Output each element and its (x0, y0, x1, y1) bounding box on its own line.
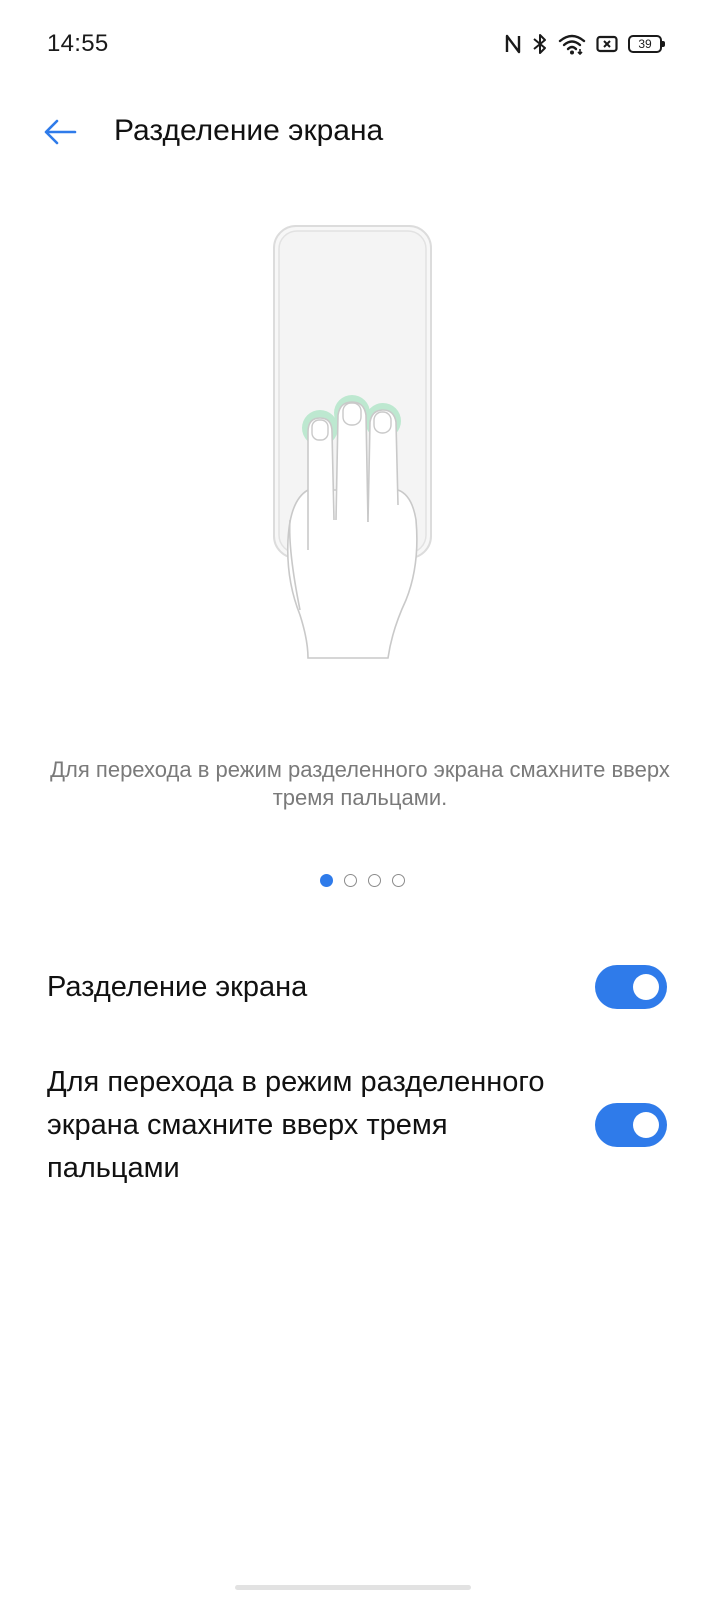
setting-row-three-finger-swipe[interactable]: Для перехода в режим разделенного экрана… (47, 1060, 667, 1190)
setting-row-split-screen[interactable]: Разделение экрана (47, 962, 667, 1012)
toggle-knob (633, 974, 659, 1000)
page-dot-2[interactable] (344, 874, 357, 887)
status-bar: 14:55 39 (0, 0, 720, 90)
setting-label-three-finger-swipe: Для перехода в режим разделенного экрана… (47, 1065, 545, 1184)
gesture-description: Для перехода в режим разделенного экрана… (50, 757, 670, 810)
arrow-left-icon (44, 119, 77, 145)
setting-label-split-screen: Разделение экрана (47, 970, 308, 1003)
bluetooth-icon (532, 33, 548, 55)
page-dot-1[interactable] (320, 874, 333, 887)
toggle-knob (633, 1112, 659, 1138)
page-title: Разделение экрана (114, 114, 384, 147)
status-icons: 39 (504, 30, 665, 58)
battery-icon: 39 (628, 35, 665, 53)
split-screen-toggle[interactable] (595, 965, 667, 1009)
three-finger-swipe-toggle[interactable] (595, 1103, 667, 1147)
back-button[interactable] (36, 110, 84, 154)
home-indicator[interactable] (235, 1585, 471, 1590)
status-time: 14:55 (47, 30, 109, 57)
wifi-icon (558, 33, 586, 55)
battery-level: 39 (638, 37, 652, 51)
app-bar: Разделение экрана (0, 100, 720, 164)
three-finger-swipe-illustration (273, 225, 432, 659)
gesture-illustration (260, 220, 460, 670)
page-indicator (0, 874, 720, 887)
nfc-icon (504, 33, 522, 55)
page-dot-3[interactable] (368, 874, 381, 887)
page-dot-4[interactable] (392, 874, 405, 887)
sim-icon (596, 34, 618, 54)
